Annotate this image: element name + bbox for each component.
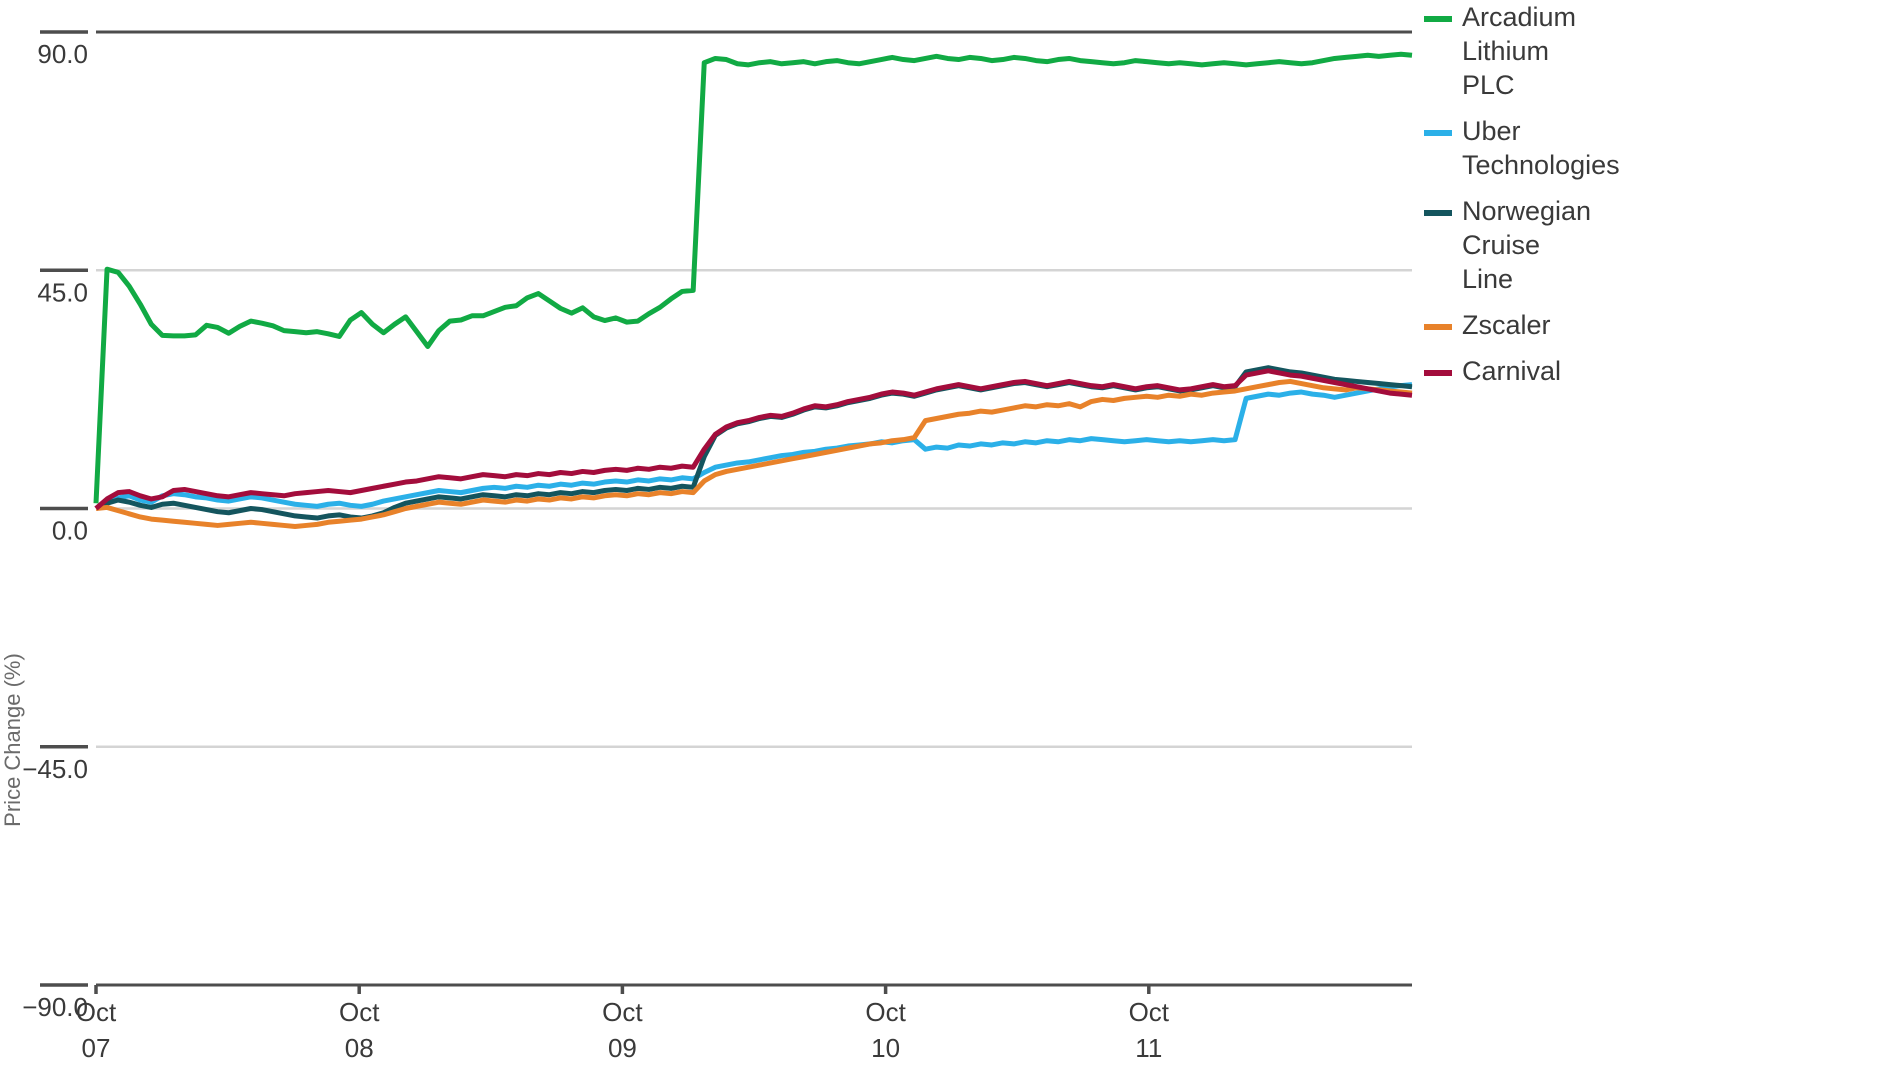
legend-label: Norwegian — [1462, 196, 1591, 226]
y-tick-label: 90.0 — [37, 39, 88, 69]
series-line-arcadium-lithium-plc — [93, 51, 1413, 504]
legend-item-uber-technologies[interactable]: Uber Technologies — [1424, 116, 1620, 180]
legend-item-zscaler[interactable]: Zscaler — [1424, 310, 1551, 340]
x-tick-label-day: 09 — [608, 1033, 637, 1063]
x-tick-label-day: 07 — [82, 1033, 111, 1063]
x-tick-label-month: Oct — [1129, 997, 1170, 1027]
legend-label: Line — [1462, 264, 1513, 294]
price-change-chart: 90.0 45.0 0.0 −45.0 −90.0 Oct 07 Oct 08 Oct 09 Oct… — [0, 0, 1896, 1066]
legend-label: Carnival — [1462, 356, 1561, 386]
x-tick-label-day: 10 — [871, 1033, 900, 1063]
legend-item-carnival[interactable]: Carnival — [1424, 356, 1561, 386]
legend-label: PLC — [1462, 70, 1515, 100]
legend-label: Uber — [1462, 116, 1521, 146]
x-tick-label-month: Oct — [865, 997, 906, 1027]
x-tick-label-day: 11 — [1135, 1033, 1162, 1063]
x-tick-labels-group: Oct 07 Oct 08 Oct 09 Oct 10 Oct 11 — [76, 997, 1170, 1063]
x-axis-group — [94, 983, 1412, 994]
x-tick-label-month: Oct — [76, 997, 117, 1027]
x-tick-label-month: Oct — [339, 997, 380, 1027]
series-line-uber-technologies — [94, 382, 1413, 511]
y-tick-labels-group: 90.045.00.0−45.0−90.0 — [22, 39, 88, 1022]
x-tick-label-month: Oct — [602, 997, 643, 1027]
legend-label: Lithium — [1462, 36, 1549, 66]
chart-canvas: 90.045.00.0−45.0−90.0 Oct07Oct08Oct09Oct… — [0, 2, 1620, 1063]
y-tick-label: 0.0 — [52, 516, 88, 546]
gridlines-group — [96, 30, 1412, 748]
legend-label: Arcadium — [1462, 2, 1576, 32]
legend-label: Technologies — [1462, 150, 1620, 180]
legend-label: Zscaler — [1462, 310, 1551, 340]
y-axis-title: Price Change (%) — [0, 653, 25, 827]
y-tickmarks-group — [40, 30, 88, 987]
legend-label: Cruise — [1462, 230, 1540, 260]
legend-item-arcadium-lithium-plc[interactable]: Arcadium Lithium PLC — [1424, 2, 1576, 100]
y-tick-label: 45.0 — [37, 277, 88, 307]
series-lines-group — [93, 51, 1413, 529]
legend-group: Arcadium Lithium PLC Uber Technologies Norweg… — [1424, 2, 1620, 386]
y-tick-label: −45.0 — [22, 754, 88, 784]
x-tick-label-day: 08 — [345, 1033, 374, 1063]
y-axis-title-group: Price Change (%) — [0, 653, 25, 827]
legend-item-norwegian-cruise-line[interactable]: Norwegian Cruise Line — [1424, 196, 1591, 294]
